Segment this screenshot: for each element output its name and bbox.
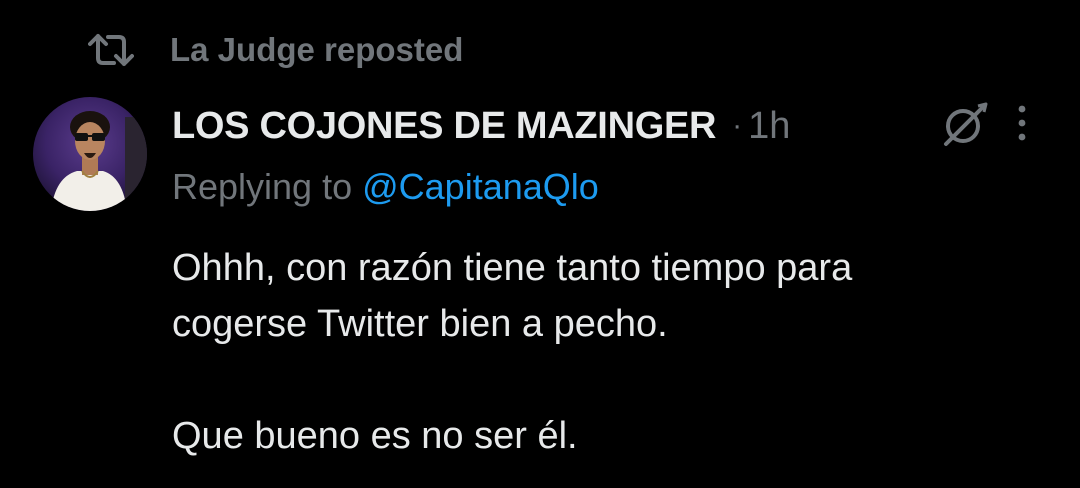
repost-icon	[88, 34, 134, 66]
tweet-body: Ohhh, con razón tiene tanto tiempo para …	[172, 240, 1052, 464]
tweet-header: LOS COJONES DE MAZINGER · 1h	[172, 98, 790, 154]
more-icon[interactable]	[1012, 100, 1032, 146]
display-name[interactable]: LOS COJONES DE MAZINGER	[172, 105, 716, 148]
separator-dot: ·	[732, 109, 743, 142]
repost-context[interactable]: La Judge reposted	[88, 28, 463, 72]
tweet-text-line: Ohhh, con razón tiene tanto tiempo para	[172, 247, 853, 289]
reply-context: Replying to @CapitanaQlo	[172, 162, 599, 212]
tweet-text-line: cogerse Twitter bien a pecho.	[172, 303, 668, 345]
timestamp[interactable]: 1h	[748, 105, 790, 148]
tweet[interactable]: La Judge reposted LOS COJONES DE MAZINGE…	[0, 0, 1080, 488]
grok-icon[interactable]	[940, 100, 990, 150]
reply-prefix: Replying to	[172, 166, 353, 207]
avatar-image	[33, 97, 147, 211]
reply-handle-link[interactable]: @CapitanaQlo	[362, 166, 599, 208]
repost-label[interactable]: La Judge reposted	[170, 31, 463, 69]
avatar[interactable]	[33, 97, 147, 211]
tweet-text-line: Que bueno es no ser él.	[172, 415, 578, 457]
